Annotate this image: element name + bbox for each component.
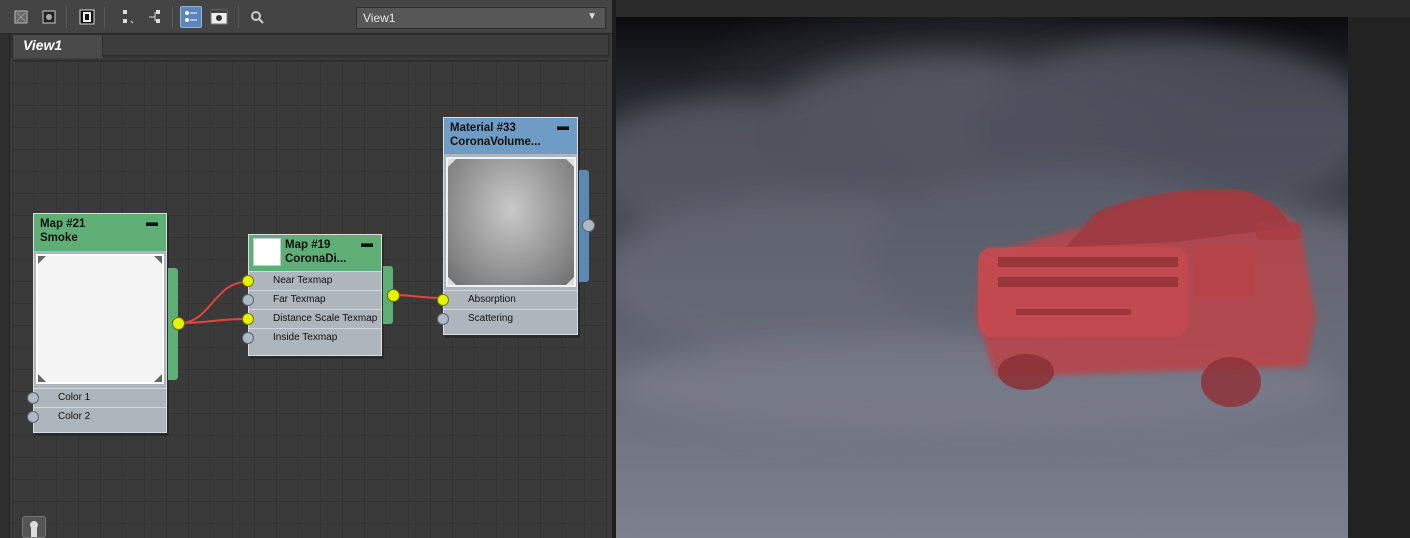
slot-near-texmap[interactable]: Near Texmap [242,271,381,290]
node-title: Map #21 [40,218,86,230]
node-header[interactable]: Map #19 CoronaDi... ▬ [249,235,381,271]
map-thumbnail [253,238,281,266]
tab-strip [102,34,609,56]
toolbar: View1 ▼ [0,0,612,34]
render-side-panel [1348,17,1410,538]
material-preview [446,157,576,287]
view-dropdown[interactable]: View1 ▼ [356,7,606,29]
slot-absorption[interactable]: Absorption [437,290,577,309]
left-collapse-strip[interactable] [0,34,10,538]
background-icon[interactable] [208,6,230,28]
node-subtitle: CoronaDi... [285,253,347,265]
select-icon[interactable] [10,6,32,28]
slate-material-editor: View1 ▼ View1 Map #21 Smoke ▬ Color 1 Co… [0,0,612,538]
find-icon[interactable] [246,6,268,28]
slot-far-texmap[interactable]: Far Texmap [242,290,381,309]
app-window: View1 ▼ View1 Map #21 Smoke ▬ Color 1 Co… [0,0,1410,538]
node-corona-volume-material[interactable]: Material #33 CoronaVolume... ▬ Absorptio… [437,117,578,335]
output-port[interactable] [172,317,185,330]
node-corona-distance-map[interactable]: Map #19 CoronaDi... ▬ Near Texmap Far Te… [242,234,382,356]
output-port[interactable] [387,289,400,302]
slot-color-1[interactable]: Color 1 [27,388,166,407]
view-dropdown-value: View1 [363,11,396,25]
slot-color-2[interactable]: Color 2 [27,407,166,426]
slot-inside-texmap[interactable]: Inside Texmap [242,328,381,347]
slot-label: Distance Scale Texmap [273,313,378,324]
hierarchy-icon[interactable] [144,6,166,28]
navigator-button[interactable] [22,516,46,538]
slot-distance-scale-texmap[interactable]: Distance Scale Texmap [242,309,381,328]
render-image [616,17,1348,538]
input-port[interactable] [437,313,449,325]
input-port[interactable] [242,332,254,344]
node-header[interactable]: Material #33 CoronaVolume... ▬ [444,118,577,154]
tab-view1[interactable]: View1 [12,34,104,58]
slot-scattering[interactable]: Scattering [437,309,577,328]
navigator-icon [30,521,38,537]
slot-label: Scattering [468,313,514,324]
render-scene [616,37,1348,437]
collapse-icon[interactable]: ▬ [361,236,373,250]
slot-label: Color 1 [58,392,91,403]
node-subtitle: CoronaVolume... [450,136,541,148]
pick-icon[interactable] [38,6,60,28]
slot-label: Color 2 [58,411,91,422]
output-port[interactable] [582,219,595,232]
input-port[interactable] [242,294,254,306]
collapse-icon[interactable]: ▬ [557,119,569,133]
collapse-icon[interactable]: ▬ [146,215,158,229]
node-title: Material #33 [450,122,516,134]
slot-label: Near Texmap [273,275,333,286]
node-header[interactable]: Map #21 Smoke ▬ [34,214,166,251]
input-port[interactable] [27,411,39,423]
view-tab-bar: View1 [10,34,610,58]
preview-corner-markers [38,256,162,382]
material-slot-icon[interactable] [76,6,98,28]
preview-corner-markers [448,159,574,285]
input-port[interactable] [242,275,254,287]
slot-label: Inside Texmap [273,332,338,343]
input-port[interactable] [27,392,39,404]
render-frame-window [616,0,1410,538]
show-shaded-icon[interactable] [180,6,202,28]
input-port[interactable] [242,313,254,325]
chevron-down-icon: ▼ [587,11,597,22]
input-port[interactable] [437,294,449,306]
layout-icon[interactable] [116,6,138,28]
node-smoke-map[interactable]: Map #21 Smoke ▬ Color 1 Color 2 [27,213,167,433]
map-preview [36,254,164,384]
slot-label: Far Texmap [273,294,326,305]
slot-label: Absorption [468,294,516,305]
node-subtitle: Smoke [40,232,78,244]
